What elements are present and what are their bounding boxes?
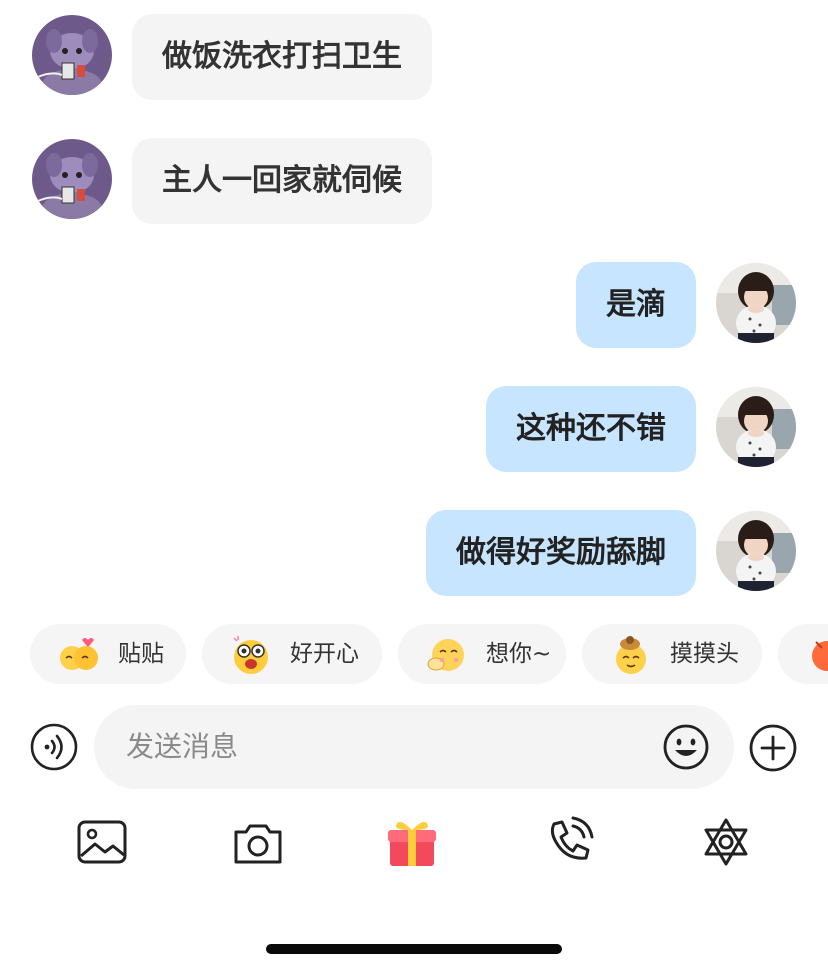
image-icon[interactable] [74,814,130,870]
message-bubble[interactable]: 做得好奖励舔脚 [426,510,696,596]
sticker-label: 贴贴 [118,641,164,667]
sticker-chip-partial[interactable] [778,624,828,684]
sticker-chip-miss-you[interactable]: 想你~ [398,624,566,684]
user-photo-avatar[interactable] [716,511,796,591]
pat-head-face-icon [616,636,646,674]
sticker-label: 想你~ [486,641,552,667]
user-photo-avatar[interactable] [716,387,796,467]
cartoon-character-avatar[interactable] [32,139,112,219]
plus-icon[interactable] [748,723,798,773]
gift-icon[interactable] [384,814,440,870]
sticker-label: 摸摸头 [670,641,739,667]
message-composer: 发送消息 [0,704,828,790]
cartoon-character-avatar[interactable] [32,15,112,95]
phone-call-icon[interactable] [540,814,596,870]
user-photo-avatar[interactable] [716,263,796,343]
message-bubble[interactable]: 这种还不错 [486,386,696,472]
happy-face-icon [233,636,268,674]
bottom-toolbar [0,808,828,872]
sticker-chip-happy[interactable]: 好开心 [202,624,382,684]
emoji-icon[interactable] [662,723,710,771]
sticker-label: 好开心 [290,641,359,667]
message-input[interactable]: 发送消息 [126,705,238,789]
message-input-box[interactable]: 发送消息 [94,705,734,789]
miss-you-face-icon [427,639,464,671]
star-of-david-icon[interactable] [698,814,754,870]
message-row-outgoing: 这种还不错 [0,386,828,472]
message-row-outgoing: 做得好奖励舔脚 [0,510,828,596]
angry-face-icon [812,641,828,671]
message-bubble[interactable]: 主人一回家就伺候 [132,138,432,224]
voice-icon[interactable] [30,723,78,771]
sticker-chip-pat-head[interactable]: 摸摸头 [582,624,762,684]
home-indicator[interactable] [266,944,562,954]
camera-icon[interactable] [230,814,286,870]
chat-message-list[interactable]: 做饭洗衣打扫卫生 主人一回家就伺候 是滴 这种还不错 做得好奖励舔脚 [0,0,828,610]
message-row-outgoing: 是滴 [0,262,828,348]
message-bubble[interactable]: 是滴 [576,262,696,348]
message-row-incoming: 做饭洗衣打扫卫生 [0,14,828,100]
hug-face-icon [60,638,98,670]
sticker-chip-tietie[interactable]: 贴贴 [30,624,186,684]
message-bubble[interactable]: 做饭洗衣打扫卫生 [132,14,432,100]
message-row-incoming: 主人一回家就伺候 [0,138,828,224]
quick-sticker-bar[interactable]: 贴贴 好开心 想你~ 摸摸头 [0,624,828,686]
